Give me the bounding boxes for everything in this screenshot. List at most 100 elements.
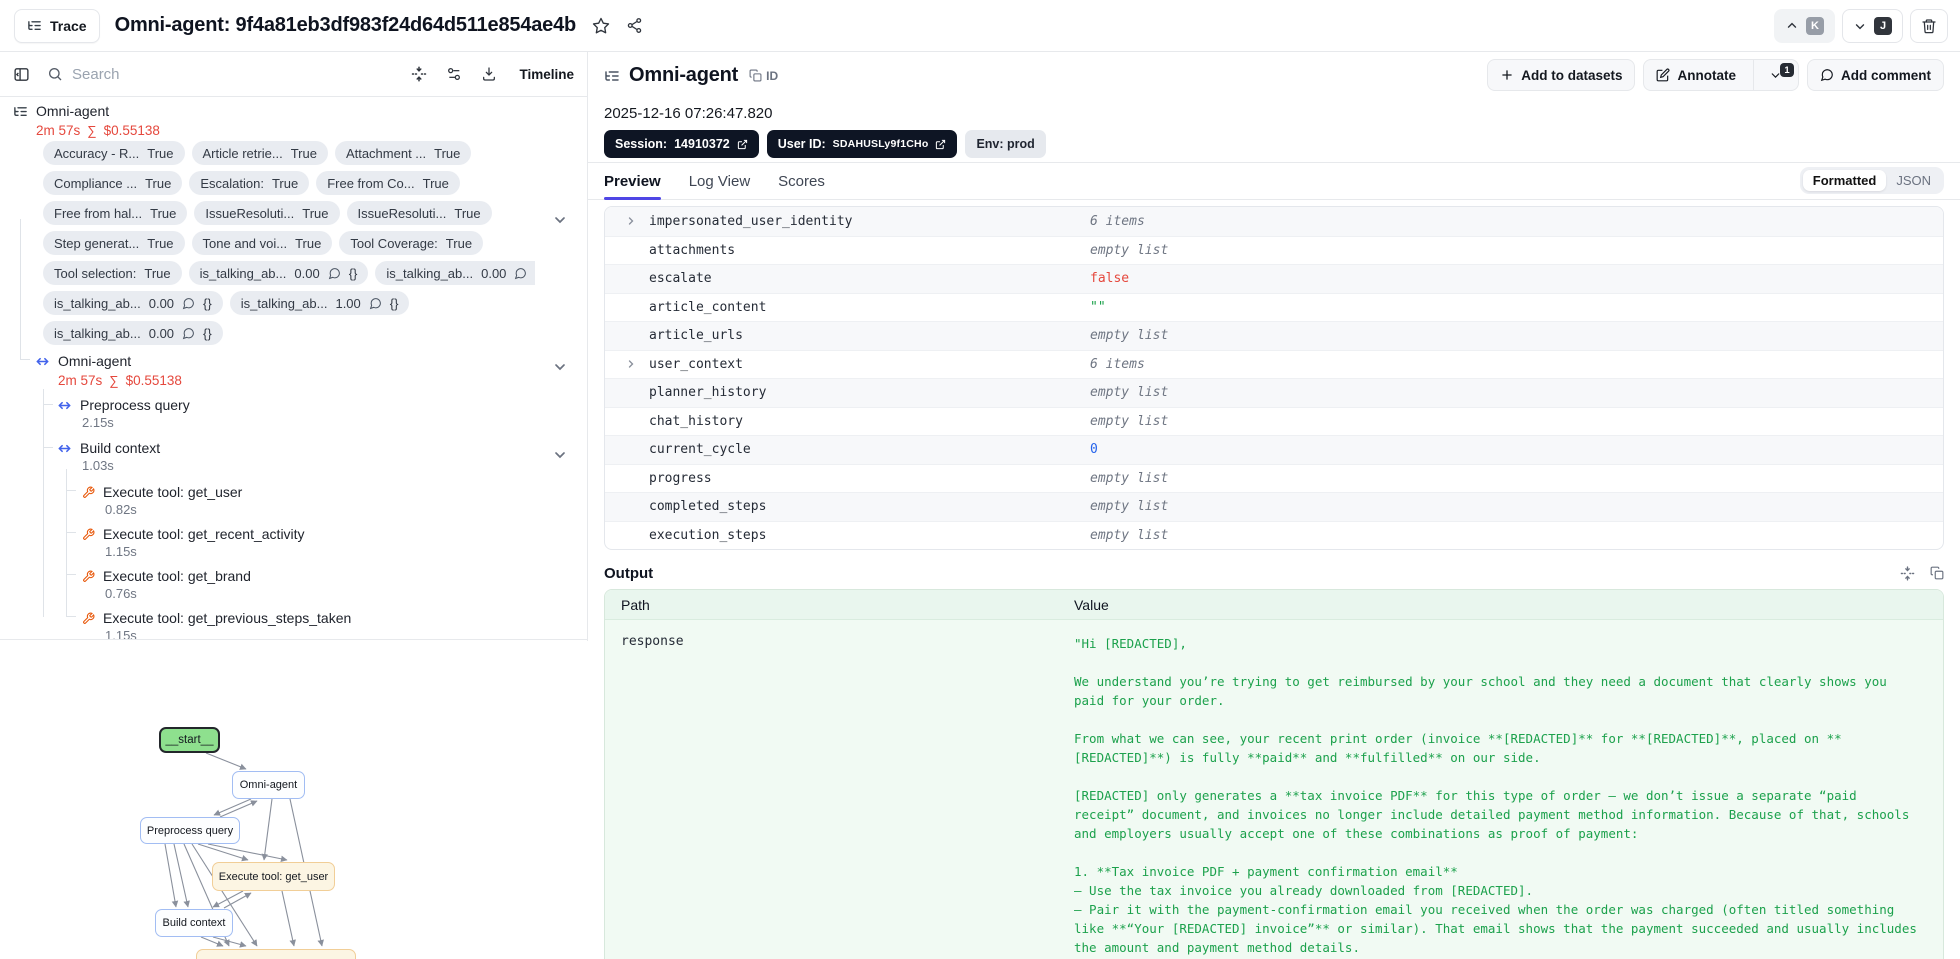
graph-node-start[interactable]: __start__ xyxy=(159,727,220,753)
score-badge[interactable]: Article retrie... True xyxy=(191,141,328,165)
table-row[interactable]: impersonated_user_identity 6 items xyxy=(605,207,1943,236)
score-badge[interactable]: Free from hal... True xyxy=(43,201,188,225)
table-row: chat_history empty list xyxy=(605,406,1943,436)
span-cost: $0.55138 xyxy=(125,373,182,388)
score-badge[interactable]: Escalation: True xyxy=(189,171,310,195)
graph-node-omni-agent[interactable]: Omni-agent xyxy=(232,771,305,799)
tab-log-view[interactable]: Log View xyxy=(689,163,750,199)
share-icon[interactable] xyxy=(626,17,643,34)
collapse-output-icon[interactable] xyxy=(1900,565,1915,581)
collapse-panel-icon[interactable] xyxy=(13,66,30,83)
wrench-icon xyxy=(82,570,95,583)
score-badge[interactable]: IssueResoluti... True xyxy=(194,201,340,225)
annotate-dropdown[interactable]: 1 xyxy=(1761,60,1798,90)
score-badge[interactable]: Compliance ... True xyxy=(43,171,183,195)
format-toggle: Formatted JSON xyxy=(1799,167,1944,194)
format-toggle-json[interactable]: JSON xyxy=(1886,170,1941,191)
score-badge[interactable]: is_talking_ab...0.00{} xyxy=(375,261,535,285)
delete-trace-button[interactable] xyxy=(1910,9,1948,43)
graph-node-build-context[interactable]: Build context xyxy=(155,909,233,937)
score-badge[interactable]: Accuracy - R... True xyxy=(43,141,185,165)
tree-item-agent[interactable]: Omni-agent xyxy=(35,353,131,369)
tree-guide xyxy=(43,404,53,405)
trace-timestamp: 2025-12-16 07:26:47.820 xyxy=(604,105,773,122)
previous-trace-button[interactable]: K xyxy=(1774,9,1835,43)
graph-node-preprocess-query[interactable]: Preprocess query xyxy=(140,817,240,844)
trace-detail-panel: Omni-agent ID Add to datasets Annotate 1… xyxy=(588,52,1960,959)
tree-item-tool[interactable]: Execute tool: get_recent_activity xyxy=(82,526,305,542)
score-badge[interactable]: is_talking_ab... 1.00{} xyxy=(229,291,410,315)
wrench-icon xyxy=(82,528,95,541)
tree-guide xyxy=(66,469,67,617)
comment-icon xyxy=(1820,68,1834,82)
output-col-path: Path xyxy=(621,596,650,613)
tab-preview[interactable]: Preview xyxy=(604,163,661,200)
comment-icon xyxy=(369,297,382,310)
collapse-chevron-icon[interactable] xyxy=(552,359,568,375)
table-row: escalate false xyxy=(605,264,1943,293)
score-badge[interactable]: is_talking_ab...0.00{} xyxy=(188,261,369,285)
row-value: "" xyxy=(1090,299,1106,315)
plus-icon xyxy=(1500,68,1514,82)
tree-item-tool[interactable]: Execute tool: get_brand xyxy=(82,568,251,584)
span-label: Execute tool: get_previous_steps_taken xyxy=(103,610,352,626)
preview-table: impersonated_user_identity 6 items attac… xyxy=(604,206,1944,550)
add-to-datasets-button[interactable]: Add to datasets xyxy=(1487,59,1636,91)
score-badge[interactable]: Step generat... True xyxy=(43,231,185,255)
tree-guide xyxy=(66,532,76,533)
collapse-all-icon[interactable] xyxy=(411,66,427,82)
span-cost: $0.55138 xyxy=(103,123,160,138)
download-icon[interactable] xyxy=(481,66,497,82)
format-toggle-formatted[interactable]: Formatted xyxy=(1802,170,1887,191)
timeline-toggle[interactable]: Timeline xyxy=(519,67,574,82)
tree-item-span[interactable]: Preprocess query xyxy=(57,397,190,413)
tree-item-root[interactable]: Omni-agent xyxy=(13,103,109,119)
trace-chip[interactable]: Trace xyxy=(14,8,100,43)
table-row: attachments empty list xyxy=(605,235,1943,265)
divider xyxy=(1752,60,1754,90)
settings-icon[interactable] xyxy=(446,66,462,82)
user-id-badge[interactable]: User ID: SDAHUSLy9f1CHo xyxy=(766,130,958,158)
score-badge[interactable]: is_talking_ab...0.00{} xyxy=(43,321,223,345)
table-row[interactable]: user_context 6 items xyxy=(605,349,1943,379)
trace-chip-label: Trace xyxy=(50,17,87,34)
graph-node-partial[interactable] xyxy=(196,949,356,959)
sigma-icon: ∑ xyxy=(109,373,119,388)
table-row: response "Hi [REDACTED], We understand y… xyxy=(605,620,1943,959)
graph-node-get-user[interactable]: Execute tool: get_user xyxy=(212,862,335,891)
span-duration: 2m 57s xyxy=(36,123,81,138)
copy-id-button[interactable]: ID xyxy=(749,69,778,83)
span-label: Omni-agent xyxy=(36,103,110,119)
session-badge[interactable]: Session: 14910372 xyxy=(604,130,759,158)
expand-chevron-icon[interactable] xyxy=(625,358,637,370)
chevron-up-icon xyxy=(1787,22,1797,28)
score-badge[interactable]: is_talking_ab...0.00{} xyxy=(43,291,223,315)
output-response-value: "Hi [REDACTED], We understand you’re try… xyxy=(1074,636,1917,955)
score-badge[interactable]: Tool Coverage: True xyxy=(339,231,484,255)
score-badge[interactable]: Tone and voi... True xyxy=(191,231,333,255)
expand-chevron-icon[interactable] xyxy=(625,215,637,227)
tree-item-tool[interactable]: Execute tool: get_user xyxy=(82,484,242,500)
table-row: completed_steps empty list xyxy=(605,492,1943,521)
row-value: 6 items xyxy=(1090,213,1145,229)
score-badge[interactable]: Attachment ... True xyxy=(334,141,472,165)
output-heading: Output xyxy=(604,564,654,582)
copy-output-icon[interactable] xyxy=(1930,566,1944,581)
collapse-chevron-icon[interactable] xyxy=(552,447,568,463)
search-input[interactable] xyxy=(72,65,292,83)
tree-item-span[interactable]: Build context xyxy=(57,440,160,456)
annotate-button[interactable]: Annotate 1 xyxy=(1643,59,1799,91)
score-badge[interactable]: Tool selection: True xyxy=(43,261,182,285)
tree-item-tool[interactable]: Execute tool: get_previous_steps_taken xyxy=(82,610,351,626)
score-badge[interactable]: IssueResoluti... True xyxy=(346,201,492,225)
add-comment-button[interactable]: Add comment xyxy=(1806,59,1944,91)
score-badge[interactable]: Free from Co... True xyxy=(316,171,460,195)
star-icon[interactable] xyxy=(592,17,610,35)
shortcut-key-j: J xyxy=(1874,17,1892,35)
span-duration: 1.15s xyxy=(105,544,137,559)
tab-scores[interactable]: Scores xyxy=(778,163,825,199)
tree-guide xyxy=(66,616,76,617)
collapse-chevron-icon[interactable] xyxy=(552,212,568,228)
tree-guide xyxy=(66,490,76,491)
next-trace-button[interactable]: J xyxy=(1842,9,1903,43)
